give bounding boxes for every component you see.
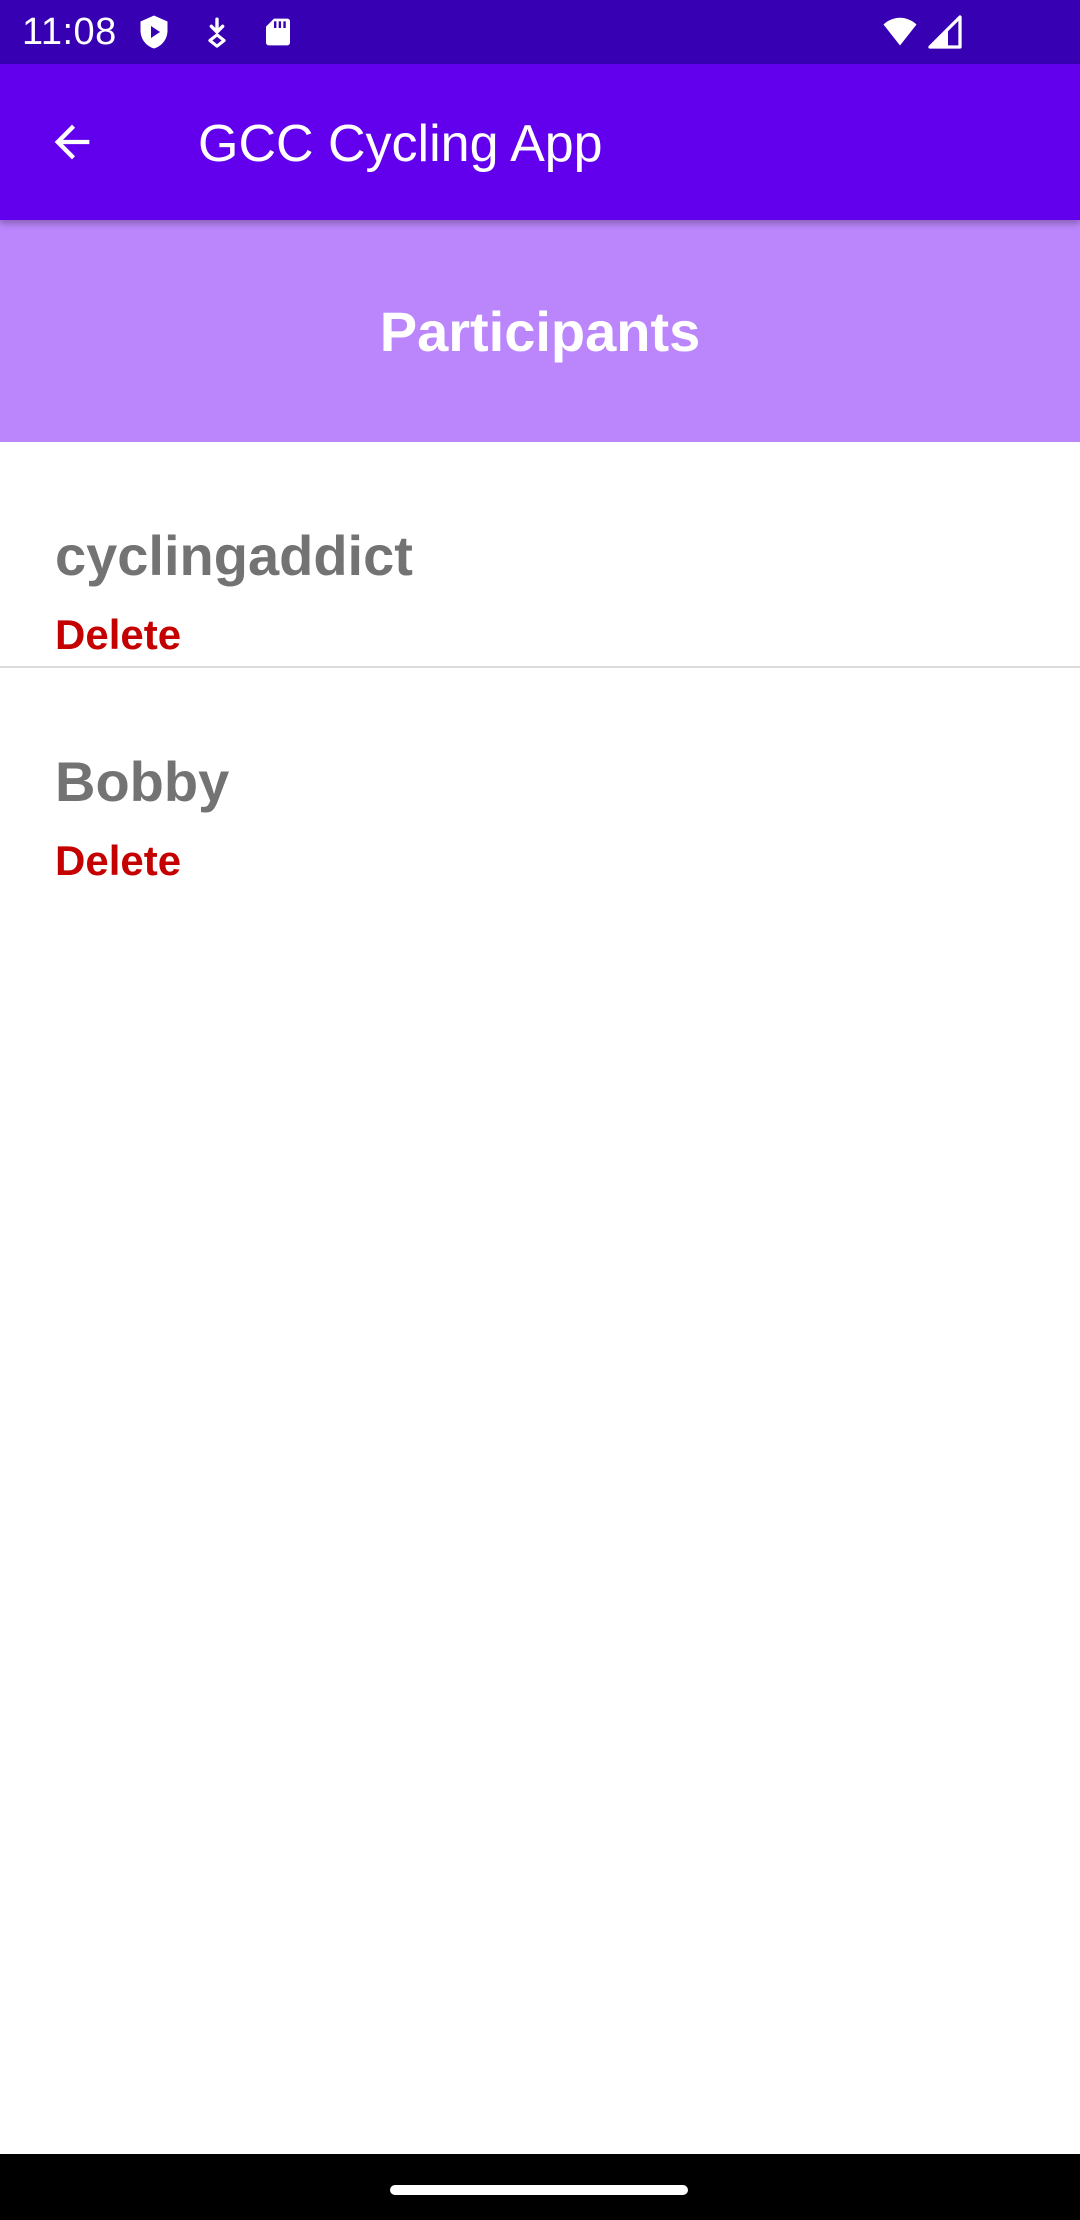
system-navigation-bar xyxy=(0,2154,1080,2220)
sd-card-icon xyxy=(266,18,290,46)
app-title: GCC Cycling App xyxy=(198,115,603,173)
participants-header: Participants xyxy=(0,220,1080,442)
cell-signal-icon xyxy=(928,15,962,49)
home-gesture-handle[interactable] xyxy=(390,2185,688,2195)
participant-name: Bobby xyxy=(55,750,230,813)
status-bar: 11:08 xyxy=(0,0,1080,64)
list-item: cyclingaddict Delete xyxy=(0,442,1080,668)
list-item: Bobby Delete xyxy=(0,668,1080,894)
download-notification-icon xyxy=(208,17,226,48)
delete-button[interactable]: Delete xyxy=(55,836,181,886)
back-button[interactable] xyxy=(36,106,108,178)
delete-button[interactable]: Delete xyxy=(55,610,181,660)
participant-name: cyclingaddict xyxy=(55,524,413,587)
wifi-icon xyxy=(883,17,917,46)
participant-list: cyclingaddict Delete Bobby Delete xyxy=(0,442,1080,894)
shield-play-icon xyxy=(140,15,168,49)
app-bar: GCC Cycling App xyxy=(0,64,1080,220)
status-time: 11:08 xyxy=(22,11,117,53)
arrow-back-icon xyxy=(54,124,90,160)
participants-header-title: Participants xyxy=(379,299,701,363)
